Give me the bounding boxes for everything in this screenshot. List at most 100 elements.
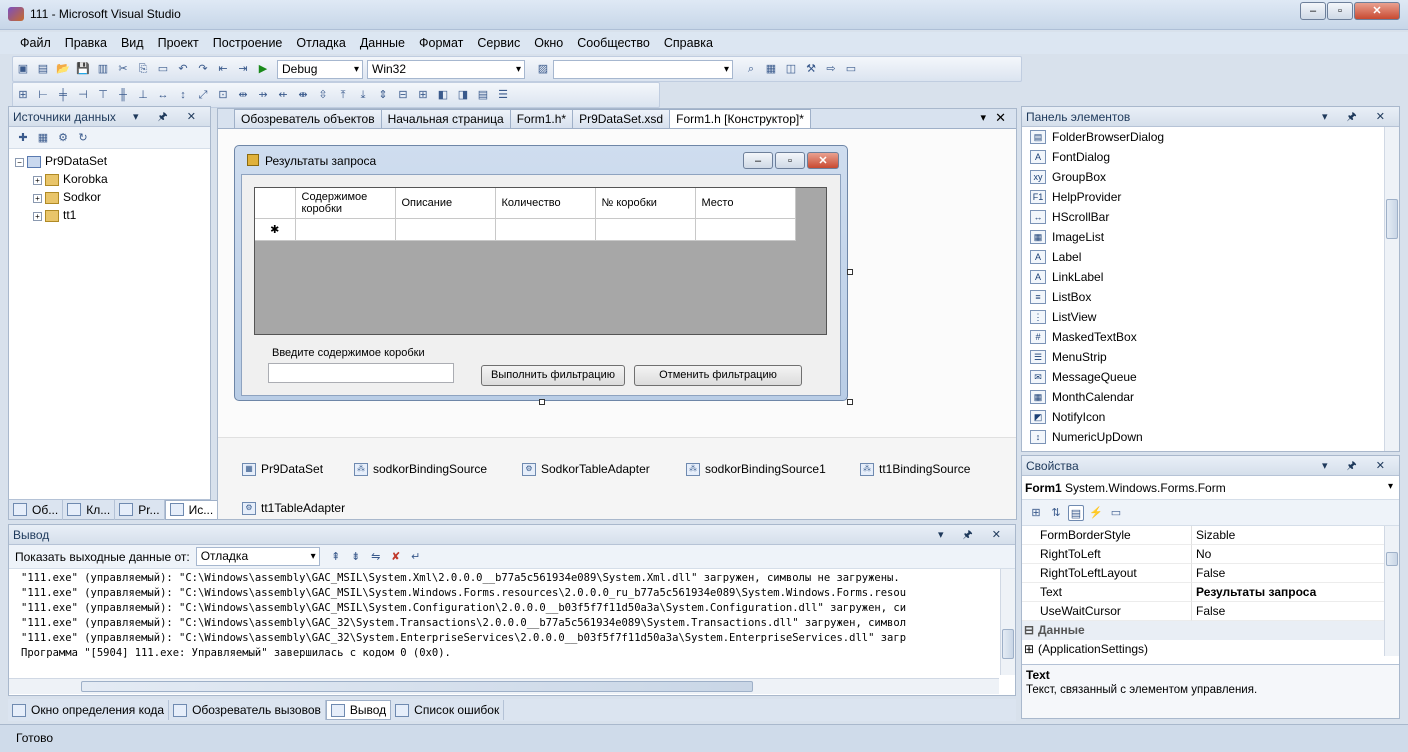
vspacing-decrease-icon[interactable]: ⤓ [355,87,371,103]
goto-next-icon[interactable]: ⇟ [348,549,364,565]
menu-edit[interactable]: Правка [58,32,114,54]
doc-tab-dataset-xsd[interactable]: Pr9DataSet.xsd [572,109,671,128]
toolbox-item[interactable]: ☰ MenuStrip [1022,347,1399,367]
maximize-button[interactable]: ▫ [1327,2,1353,20]
align-top-icon[interactable]: ⊤ [95,87,111,103]
add-item-icon[interactable]: ▤ [35,61,51,77]
tools-icon[interactable]: ⚒ [803,61,819,77]
grid-cell[interactable] [695,218,796,241]
resize-handle[interactable] [847,269,853,275]
property-pages-icon[interactable]: ▭ [1108,505,1124,521]
property-value[interactable]: No [1192,545,1399,564]
send-to-back-icon[interactable]: ◨ [455,87,471,103]
size-to-grid-icon[interactable]: ⊡ [215,87,231,103]
data-grid-view[interactable]: Содержимое коробки Описание Количество №… [254,187,827,335]
tree-root[interactable]: − Pr9DataSet [15,152,210,170]
property-row[interactable]: RightToLeftLayout False [1022,564,1399,583]
categorized-icon[interactable]: ⊞ [1028,505,1044,521]
object-browser-icon[interactable]: ◫ [783,61,799,77]
find-message-icon[interactable]: ⇋ [368,549,384,565]
vspacing-increase-icon[interactable]: ⤒ [335,87,351,103]
toolbox-item[interactable]: # MaskedTextBox [1022,327,1399,347]
tray-item-tt1bindingsource[interactable]: ⁂ tt1BindingSource [860,462,970,476]
bring-to-front-icon[interactable]: ◧ [435,87,451,103]
property-value[interactable]: False [1192,602,1399,621]
property-row[interactable]: ⊞ (ApplicationSettings) [1022,640,1399,659]
doc-tab-form1-h[interactable]: Form1.h* [509,109,574,128]
doc-tab-start-page[interactable]: Начальная страница [380,109,511,128]
tab-error-list[interactable]: Список ошибок [391,700,505,720]
tray-item-bindingsource1[interactable]: ⁂ sodkorBindingSource1 [686,462,826,476]
align-bottom-icon[interactable]: ⊥ [135,87,151,103]
panel-buttons[interactable]: ▾ 🖈 ✕ [938,525,1009,545]
hspacing-increase-icon[interactable]: ⇸ [255,87,271,103]
output-source-select[interactable]: Отладка [195,547,320,566]
hspacing-remove-icon[interactable]: ⇼ [295,87,311,103]
scroll-thumb[interactable] [1386,199,1398,239]
scroll-thumb[interactable] [81,681,753,692]
start-debug-icon[interactable]: ▶ [255,61,271,77]
solution-explorer-icon[interactable]: ⌕ [743,61,759,77]
panel-buttons[interactable]: ▾ 🖈 ✕ [1322,456,1393,476]
tray-item-dataset[interactable]: ▦ Pr9DataSet [242,462,323,476]
toolbox-item[interactable]: F1 HelpProvider [1022,187,1399,207]
property-row[interactable]: FormBorderStyle Sizable [1022,526,1399,545]
output-vscrollbar[interactable] [1000,569,1015,675]
collapse-icon[interactable]: ⊟ [1022,621,1038,640]
menu-debug[interactable]: Отладка [289,32,352,54]
undo-icon[interactable]: ↶ [175,61,191,77]
tray-item-tt1tableadapter[interactable]: ⚙ tt1TableAdapter [242,501,345,515]
center-horizontal-icon[interactable]: ⊟ [395,87,411,103]
property-row[interactable]: RightToLeft No [1022,545,1399,564]
menu-tools[interactable]: Сервис [470,32,527,54]
resize-handle[interactable] [847,399,853,405]
panel-buttons[interactable]: ▾ 🖈 ✕ [133,107,204,127]
cut-icon[interactable]: ✂ [115,61,131,77]
platform-select[interactable]: Win32 [367,59,525,79]
command-window-icon[interactable]: ▭ [843,61,859,77]
hspacing-decrease-icon[interactable]: ⇷ [275,87,291,103]
property-value[interactable]: False [1192,564,1399,583]
toolbox-item[interactable]: ↕ NumericUpDown [1022,427,1399,447]
copy-icon[interactable]: ⎘ [135,61,151,77]
chevron-down-icon[interactable]: ▾ [1388,481,1393,492]
goto-prev-icon[interactable]: ⇞ [328,549,344,565]
cancel-filter-button[interactable]: Отменить фильтрацию [634,365,802,386]
apply-filter-button[interactable]: Выполнить фильтрацию [481,365,625,386]
tree-item-tt1[interactable]: + tt1 [15,206,210,224]
tab-object-browser-short[interactable]: Об... [9,499,64,520]
menu-build[interactable]: Построение [206,32,290,54]
minimize-button[interactable]: – [1300,2,1326,20]
center-vertical-icon[interactable]: ⊞ [415,87,431,103]
scroll-thumb[interactable] [1002,629,1014,659]
property-row[interactable]: Text Результаты запроса [1022,583,1399,602]
toolbox-item[interactable]: A LinkLabel [1022,267,1399,287]
vspacing-remove-icon[interactable]: ⇕ [375,87,391,103]
save-icon[interactable]: 💾 [75,61,91,77]
tray-item-bindingsource[interactable]: ⁂ sodkorBindingSource [354,462,487,476]
events-icon[interactable]: ⚡ [1088,505,1104,521]
object-selector[interactable]: Form1 System.Windows.Forms.Form ▾ [1022,476,1399,500]
expand-icon[interactable]: + [33,176,42,185]
menu-window[interactable]: Окно [527,32,570,54]
toolbox-item[interactable]: ▦ MonthCalendar [1022,387,1399,407]
property-value[interactable]: Sizable [1192,526,1399,545]
tree-item-sodkor[interactable]: + Sodkor [15,188,210,206]
vspacing-equal-icon[interactable]: ⇳ [315,87,331,103]
tab-call-browser[interactable]: Обозреватель вызовов [169,700,326,720]
alphabetical-icon[interactable]: ⇅ [1048,505,1064,521]
lock-controls-icon[interactable]: ☰ [495,87,511,103]
start-page-icon[interactable]: ⇨ [823,61,839,77]
menu-view[interactable]: Вид [114,32,151,54]
filter-input[interactable] [268,363,454,383]
refresh-icon[interactable]: ↻ [75,130,91,146]
toolbox-item[interactable]: ↔ HScrollBar [1022,207,1399,227]
menu-file[interactable]: Файл [13,32,58,54]
same-width-icon[interactable]: ↔ [155,87,171,103]
toolbox-item[interactable]: ⋮ ListView [1022,307,1399,327]
properties-window-icon[interactable]: ▦ [763,61,779,77]
toolbox-scrollbar[interactable] [1384,127,1399,451]
config-select[interactable]: Debug [277,59,363,79]
form-minimize-button[interactable]: – [743,152,773,169]
align-left-icon[interactable]: ⊢ [35,87,51,103]
